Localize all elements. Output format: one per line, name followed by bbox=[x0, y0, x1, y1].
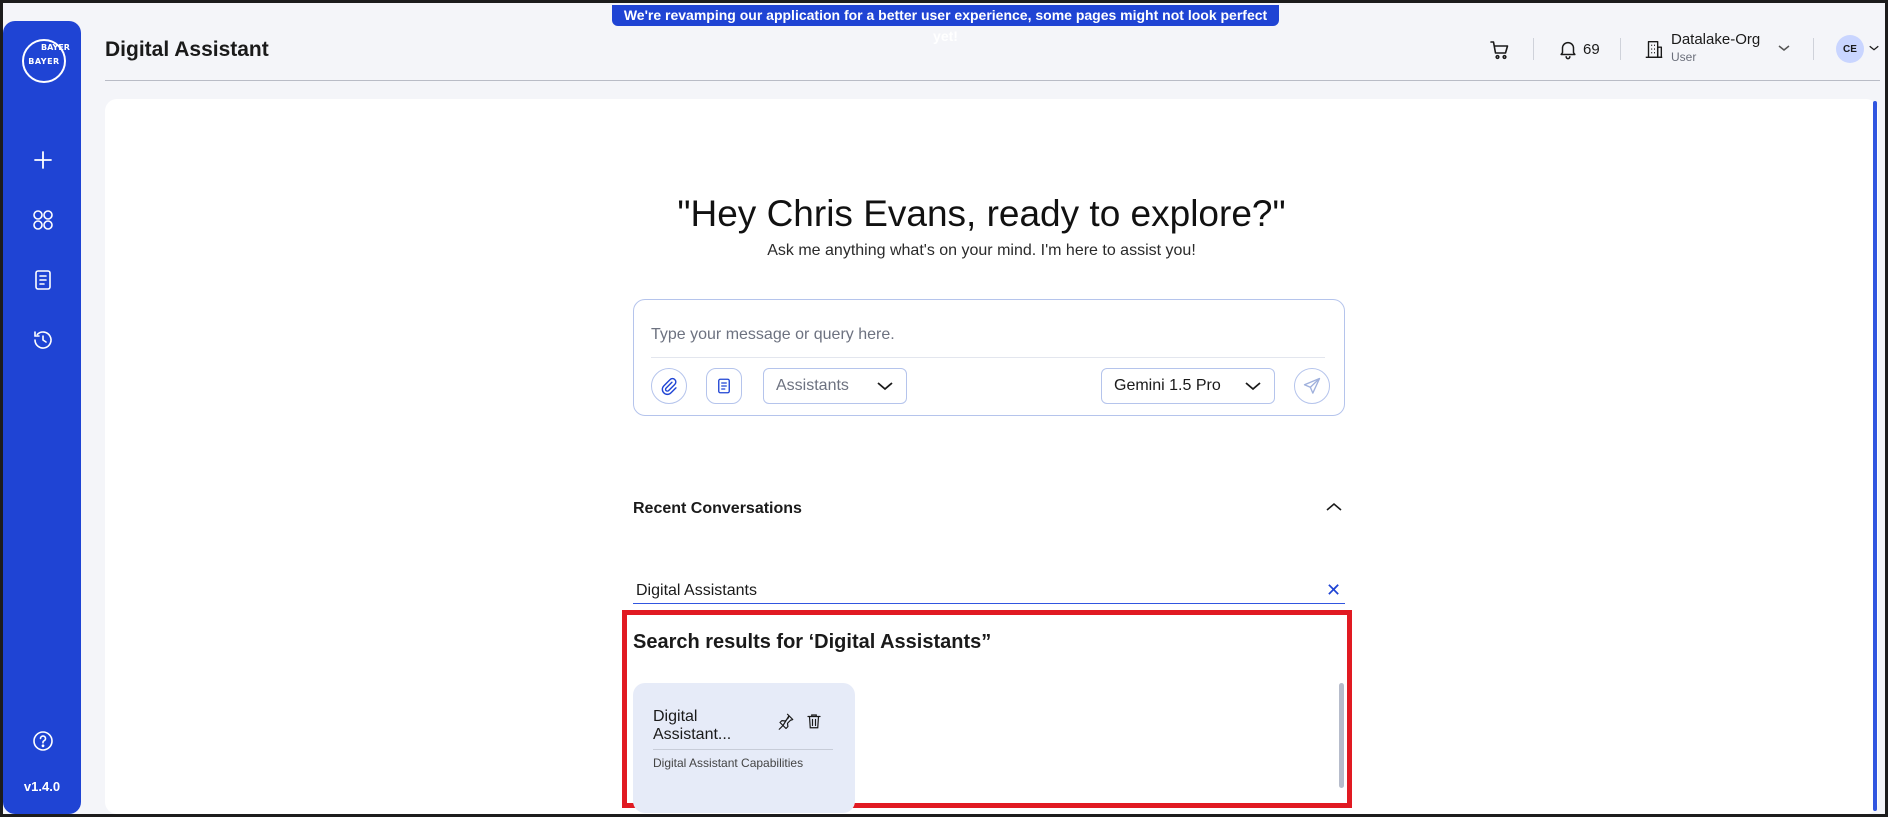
conversation-card[interactable]: Digital Assistant... Digital Assistant C… bbox=[633, 683, 855, 813]
help-icon bbox=[33, 731, 53, 751]
sidebar: BAYER BAYER v1.4.0 bbox=[3, 21, 81, 814]
chat-input[interactable] bbox=[651, 322, 1325, 348]
chevron-down-icon bbox=[1869, 45, 1879, 51]
conversation-card-subtitle: Digital Assistant Capabilities bbox=[653, 756, 804, 770]
attach-button[interactable] bbox=[651, 368, 687, 404]
conversation-card-title: Digital Assistant... bbox=[653, 708, 732, 743]
search-results-title: Search results for ‘Digital Assistants” bbox=[633, 631, 992, 653]
org-name[interactable]: Datalake-Org bbox=[1671, 31, 1760, 48]
send-icon bbox=[1303, 377, 1321, 394]
cart-button[interactable] bbox=[1488, 38, 1512, 62]
search-underline bbox=[633, 603, 1345, 604]
cart-icon bbox=[1490, 41, 1509, 60]
sidebar-item-history[interactable] bbox=[30, 327, 56, 353]
collapse-recent-button[interactable] bbox=[1325, 500, 1343, 518]
sidebar-item-assistants[interactable] bbox=[30, 207, 56, 233]
composer-divider bbox=[651, 357, 1325, 358]
header-divider-line bbox=[105, 80, 1880, 81]
history-icon bbox=[34, 331, 52, 349]
sidebar-item-help[interactable] bbox=[30, 728, 56, 754]
greeting-heading: "Hey Chris Evans, ready to explore?" bbox=[677, 193, 1286, 234]
notebook-icon bbox=[35, 270, 51, 290]
pin-button[interactable] bbox=[776, 711, 796, 731]
pin-icon bbox=[778, 713, 794, 730]
delete-button[interactable] bbox=[804, 711, 824, 731]
bayer-logo[interactable]: BAYER BAYER bbox=[22, 39, 70, 83]
apps-grid-icon bbox=[33, 210, 53, 230]
page-title: Digital Assistant bbox=[105, 38, 269, 61]
chevron-up-icon bbox=[1326, 502, 1342, 511]
building-icon bbox=[1645, 40, 1663, 58]
results-scrollbar[interactable] bbox=[1339, 683, 1344, 788]
sidebar-item-new-chat[interactable] bbox=[30, 147, 56, 173]
logo-text-horizontal: BAYER bbox=[28, 57, 60, 66]
clear-search-button[interactable]: ✕ bbox=[1326, 580, 1341, 601]
model-dropdown-label: Gemini 1.5 Pro bbox=[1114, 377, 1221, 394]
header-divider bbox=[1620, 38, 1621, 60]
header-divider bbox=[1533, 38, 1534, 60]
model-dropdown[interactable]: Gemini 1.5 Pro bbox=[1101, 368, 1275, 404]
greeting-subtitle: Ask me anything what's on your mind. I'm… bbox=[767, 242, 1196, 259]
main-scrollbar[interactable] bbox=[1873, 101, 1877, 811]
recent-conversations-title: Recent Conversations bbox=[633, 500, 802, 517]
chevron-down-icon bbox=[877, 382, 893, 391]
assistants-dropdown-label: Assistants bbox=[776, 377, 849, 394]
conversation-search-input[interactable] bbox=[636, 580, 1316, 602]
trash-icon bbox=[807, 714, 821, 729]
sidebar-item-prompts[interactable] bbox=[30, 267, 56, 293]
org-role: User bbox=[1671, 50, 1697, 64]
assistants-dropdown[interactable]: Assistants bbox=[763, 368, 907, 404]
notifications-button[interactable]: 69 bbox=[1557, 37, 1600, 61]
revamp-banner: We're revamping our application for a be… bbox=[612, 5, 1279, 44]
close-icon: ✕ bbox=[1326, 580, 1342, 600]
send-button[interactable] bbox=[1294, 368, 1330, 404]
bell-icon bbox=[1560, 41, 1576, 60]
prompt-library-button[interactable] bbox=[706, 368, 742, 404]
app-version: v1.4.0 bbox=[23, 779, 61, 794]
notification-count: 69 bbox=[1583, 40, 1600, 58]
logo-text-vertical: BAYER bbox=[41, 43, 70, 52]
org-icon-wrapper bbox=[1643, 37, 1665, 61]
paperclip-icon bbox=[661, 377, 677, 396]
chevron-down-icon bbox=[1778, 45, 1790, 51]
chevron-down-icon bbox=[1245, 382, 1261, 391]
chat-composer: Assistants Gemini 1.5 Pro bbox=[633, 299, 1345, 416]
user-menu-button[interactable] bbox=[1868, 43, 1880, 53]
notebook-icon bbox=[718, 378, 730, 394]
org-dropdown-button[interactable] bbox=[1777, 43, 1791, 53]
user-avatar[interactable]: CE bbox=[1836, 35, 1864, 63]
conversation-card-divider bbox=[653, 749, 833, 750]
plus-icon bbox=[34, 151, 52, 169]
header-divider bbox=[1813, 38, 1814, 60]
